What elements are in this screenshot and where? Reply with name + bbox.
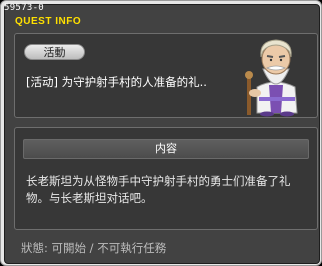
npc-portrait	[245, 39, 298, 117]
quest-description: 长老斯坦为从怪物手中守护射手村的勇士们准备了礼物。与长老斯坦对话吧。	[26, 174, 291, 205]
window-title: QUEST INFO	[15, 16, 82, 27]
content-header: 内容	[23, 139, 309, 159]
window-frame: QUEST INFO 活動 [活动] 为守护射手村的人准备的礼.. 内容 长老斯…	[4, 4, 320, 264]
quest-status: 狀態: 可開始 / 不可執行任務	[21, 241, 167, 255]
quest-category-badge: 活動	[24, 44, 85, 60]
quest-name: [活动] 为守护射手村的人准备的礼..	[26, 75, 207, 89]
quest-content-panel: 内容 长老斯坦为从怪物手中守护射手村的勇士们准备了礼物。与长老斯坦对话吧。	[14, 127, 318, 230]
quest-info-window: QUEST INFO 活動 [活动] 为守护射手村的人准备的礼.. 内容 长老斯…	[0, 0, 322, 266]
quest-id: 59573-0	[4, 3, 45, 13]
quest-summary-panel: 活動 [活动] 为守护射手村的人准备的礼..	[14, 33, 318, 118]
